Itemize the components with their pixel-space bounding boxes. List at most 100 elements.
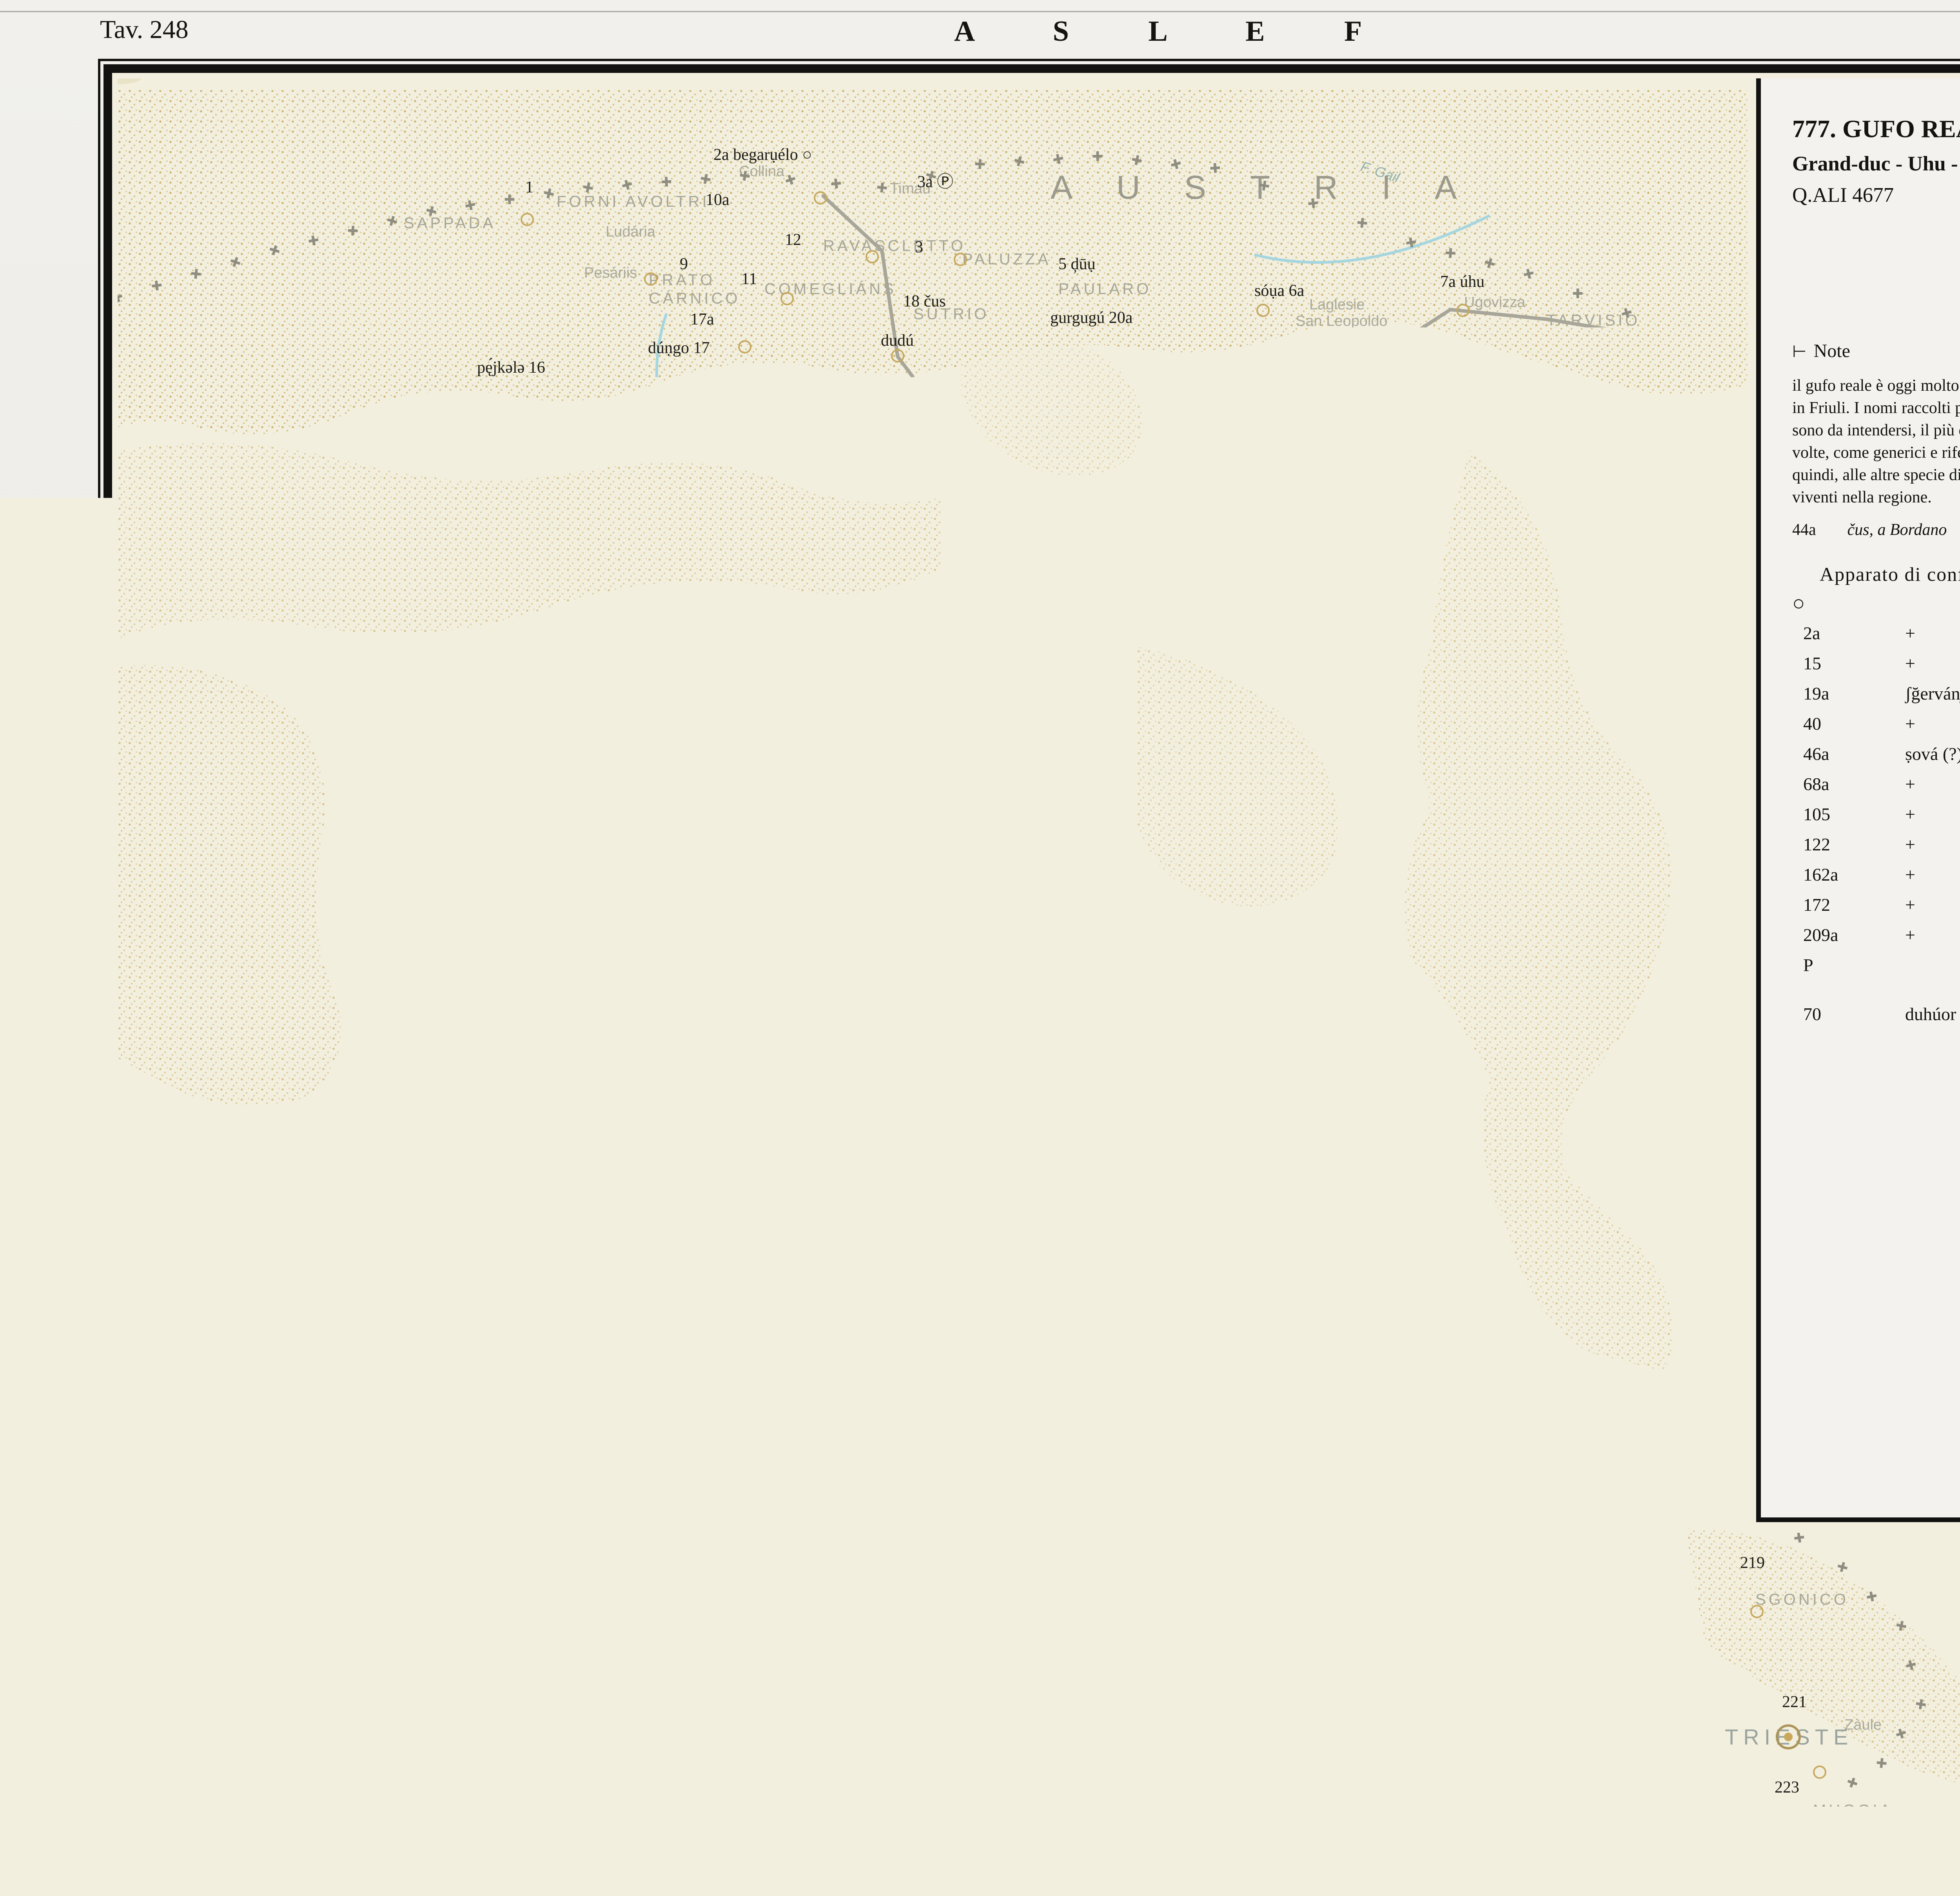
place-name: Stolvizza bbox=[1214, 522, 1274, 538]
map-label: čuś reǎl 65 bbox=[1014, 757, 1085, 776]
border-cross-icon: ✚ bbox=[551, 1442, 563, 1458]
place-name: ROVEREDO bbox=[431, 1208, 543, 1226]
map-label: zuś 193 bbox=[1083, 1397, 1134, 1416]
place-name: LAUCO bbox=[813, 435, 881, 453]
map-label: 155 bbox=[1477, 1277, 1502, 1296]
map-label: 7a úhu bbox=[1440, 272, 1485, 291]
place-name: Flumignano bbox=[1071, 1333, 1149, 1350]
map-label: 105 gúfo ○ bbox=[1403, 983, 1475, 1002]
border-cross-icon: ✚ bbox=[621, 1466, 633, 1481]
border-cross-icon: ✚ bbox=[1209, 160, 1221, 177]
note-reference: 44a čus, a Bordano bbox=[1792, 520, 1947, 539]
entry-subtitle: Grand-duc - Uhu - Velika uharica bbox=[1792, 152, 1960, 176]
apparato-value: + bbox=[1870, 653, 1915, 674]
atlas-page: Tav. 248 A S L E F Carta 214 bbox=[0, 0, 1960, 1896]
place-name: RAVEO bbox=[747, 422, 814, 440]
place-name: SAURIS bbox=[496, 380, 571, 398]
locality-dot bbox=[864, 1754, 878, 1767]
map-label: 79a bbox=[848, 871, 871, 890]
map-label: guf 124a bbox=[664, 1100, 722, 1119]
locality-dot bbox=[955, 848, 968, 862]
map-label: guf 93 bbox=[752, 941, 795, 960]
place-name: GRADO bbox=[1345, 1680, 1417, 1698]
border-cross-icon: ✚ bbox=[1793, 1530, 1806, 1547]
map-label: 195 guf bbox=[1257, 1442, 1308, 1461]
apparato-id: 209a bbox=[1792, 924, 1870, 945]
place-name: Gorgo bbox=[735, 1505, 777, 1522]
locality-dot bbox=[955, 340, 968, 353]
map-label: 103a gúf reǎl bbox=[1265, 1051, 1352, 1069]
place-name: SPILIMBERGO bbox=[806, 960, 944, 978]
place-name: Bevorchians bbox=[968, 359, 1050, 376]
border-cross-icon: ✚ bbox=[1445, 245, 1457, 261]
border-cross-icon: ✚ bbox=[1595, 1248, 1608, 1264]
apparato-id: 162a bbox=[1792, 864, 1870, 885]
apparato-value: ṣová (?) bbox=[1870, 743, 1960, 764]
apparato-id: 70 bbox=[1792, 1004, 1870, 1024]
map-label: gúfo 213 bbox=[1260, 1667, 1319, 1686]
map-label: guf 140a bbox=[387, 1199, 445, 1218]
place-name: Zàule bbox=[1844, 1717, 1882, 1734]
apparato-header: Apparato di confronto bbox=[1820, 563, 1960, 585]
locality-dot bbox=[982, 1593, 995, 1606]
border-cross-icon: ✚ bbox=[1660, 1383, 1672, 1399]
map-label: begára 24 bbox=[597, 426, 661, 444]
locality-dot bbox=[966, 455, 980, 468]
place-name: RUDA bbox=[1327, 1411, 1382, 1428]
apparato-row: ○ bbox=[1792, 588, 1960, 618]
map-label: 134a bbox=[1425, 1175, 1457, 1194]
map-label: 21a dug bbox=[1253, 451, 1305, 470]
map-label: 223 bbox=[1775, 1778, 1799, 1797]
map-label: 1 bbox=[525, 178, 534, 197]
map-label: 119a zuś bbox=[1455, 1109, 1513, 1128]
map-label: lalọ́k 121a bbox=[278, 1148, 347, 1167]
reference-number: 19b bbox=[900, 439, 926, 457]
locality-dot bbox=[1323, 1464, 1336, 1477]
locality-dot bbox=[1021, 535, 1034, 548]
locality-dot bbox=[780, 292, 794, 305]
map-label: gúfo 175a bbox=[783, 1325, 849, 1344]
map-label: barbeğụáń 112a bbox=[728, 1028, 832, 1047]
apparato-row: 68a+ bbox=[1792, 769, 1960, 799]
apparato-row: 105+ bbox=[1792, 799, 1960, 829]
map-label: gúfo ○ 209a bbox=[435, 1532, 515, 1551]
map-label: 199a bbox=[1477, 1412, 1510, 1431]
map-label: čus 206 bbox=[1027, 1472, 1078, 1491]
locality-dot bbox=[866, 250, 879, 263]
border-cross-icon: ✚ bbox=[830, 176, 843, 193]
locality-dot bbox=[1264, 1585, 1278, 1599]
apparato-row: 122+ bbox=[1792, 829, 1960, 859]
place-name: CÁRNICO bbox=[649, 290, 740, 308]
apparato-row: 209a+ bbox=[1792, 920, 1960, 950]
place-name: PALUZZA bbox=[962, 251, 1051, 268]
map-label: ʃụanát 201a bbox=[769, 1553, 847, 1572]
place-name: Ugovizza bbox=[1464, 294, 1525, 311]
map-label: 87 bbox=[1395, 907, 1412, 926]
place-name: Navaróns bbox=[700, 776, 764, 793]
scale-caption: Scala 1: 300.000 bbox=[153, 1839, 274, 1860]
apparato-value: + bbox=[1870, 774, 1915, 794]
map-label: 97a bbox=[1002, 958, 1026, 977]
place-name: Ciconicco bbox=[982, 988, 1047, 1004]
place-name: TRICESIMO bbox=[1041, 870, 1152, 888]
map-label: čuš 60 bbox=[788, 812, 830, 831]
place-name: Felettano bbox=[1112, 905, 1174, 922]
map-label: gúfo Ⓟ 139a bbox=[214, 1233, 301, 1257]
border-cross-icon: ✚ bbox=[1635, 1307, 1646, 1323]
locality-dot bbox=[1445, 1217, 1458, 1230]
place-name: CARLINO bbox=[1019, 1497, 1108, 1515]
place-name: Ciseriis bbox=[1157, 710, 1206, 727]
locality-dot bbox=[863, 1385, 876, 1399]
locality-dot bbox=[706, 1200, 719, 1213]
locality-dot bbox=[747, 1468, 760, 1481]
place-name: PREONE bbox=[719, 511, 802, 528]
map-label: čús ku lis orélis 130a bbox=[1002, 1148, 1141, 1167]
apparato-row: 2a+ bbox=[1792, 618, 1960, 648]
place-name: Illégio bbox=[977, 443, 1016, 460]
map-label: 77 guf bbox=[668, 896, 710, 915]
border-cross-icon: ✚ bbox=[190, 266, 203, 283]
city-dot bbox=[1149, 1046, 1174, 1071]
map-label: alọ́k / pịọk 107a bbox=[213, 1027, 319, 1046]
place-name: FORNI AVOLTRI bbox=[557, 193, 710, 211]
map-label: 138 bbox=[1560, 1238, 1585, 1257]
